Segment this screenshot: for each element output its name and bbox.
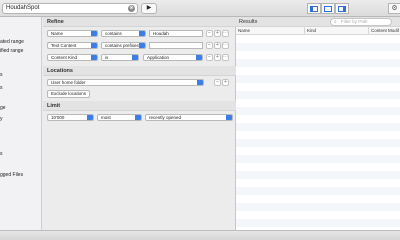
search-icon: ⌕: [334, 19, 337, 25]
limit-sort-popup[interactable]: recently opened: [145, 114, 233, 121]
criterion-attribute-label: Name: [51, 31, 64, 36]
run-search-button[interactable]: ▶: [141, 3, 157, 14]
popup-arrow-icon: [197, 80, 203, 85]
column-header-name[interactable]: Name: [236, 27, 304, 35]
limit-order-popup[interactable]: most: [97, 114, 142, 121]
criterion-operator-popup[interactable]: is: [101, 54, 139, 61]
refine-panel: Refine Name contains Houdah − + ⋯ Text C…: [43, 17, 236, 230]
locations-section-title: Locations: [43, 66, 236, 76]
play-icon: ▶: [146, 5, 152, 11]
table-row: [236, 75, 400, 83]
add-criterion-button[interactable]: +: [214, 54, 221, 61]
column-header-kind[interactable]: Kind: [304, 27, 368, 35]
criterion-operator-label: contains prefixes: [105, 43, 139, 48]
status-bar: [0, 230, 400, 240]
nested-criterion-button[interactable]: ⋯: [222, 54, 229, 61]
criterion-value-field[interactable]: Houdah: [149, 30, 203, 37]
sidebar-item[interactable]: ge: [0, 105, 6, 111]
toggle-preview-button[interactable]: [335, 3, 349, 14]
toggle-refine-button[interactable]: [321, 3, 335, 14]
criterion-attribute-label: Text Content: [51, 43, 77, 48]
popup-arrow-icon: [226, 115, 232, 120]
remove-criterion-button[interactable]: −: [206, 30, 213, 37]
sidebar: ated range ified range s s ge y s gged F…: [0, 17, 42, 230]
location-popup[interactable]: User home folder: [47, 79, 204, 86]
table-row: [236, 43, 400, 51]
popup-arrow-icon: [132, 55, 138, 60]
add-criterion-button[interactable]: +: [214, 42, 221, 49]
sidebar-item[interactable]: ated range: [0, 39, 24, 45]
clear-search-icon[interactable]: ⊗: [128, 5, 135, 12]
popup-arrow-icon: [139, 43, 145, 48]
column-header-content-modified[interactable]: Content Modif: [368, 27, 400, 35]
limit-sort-label: recently opened: [149, 115, 182, 120]
criterion-attribute-popup[interactable]: Text Content: [47, 42, 98, 49]
sidebar-icon: [310, 5, 318, 12]
criterion-value-popup[interactable]: Application: [143, 54, 203, 61]
popup-arrow-icon: [87, 115, 93, 120]
criterion-value-label: Application: [147, 55, 170, 60]
criterion-value-field[interactable]: [149, 42, 203, 49]
criterion-operator-popup[interactable]: contains: [101, 30, 146, 37]
popup-arrow-icon: [196, 55, 202, 60]
sidebar-item[interactable]: y: [0, 116, 3, 122]
results-header: Results ⌕ Filter by Path: [236, 17, 400, 27]
sidebar-item[interactable]: s: [0, 85, 3, 91]
criterion-operator-label: contains: [105, 31, 122, 36]
remove-criterion-button[interactable]: −: [206, 42, 213, 49]
table-row: [236, 187, 400, 195]
sidebar-item[interactable]: s: [0, 72, 3, 78]
exclude-locations-button[interactable]: Exclude locations: [47, 90, 91, 98]
filter-placeholder: Filter by Path: [341, 19, 368, 24]
refine-panel-icon: [324, 5, 332, 12]
toolbar: HoudahSpot ⊗ ▶ ⚙: [0, 0, 400, 17]
criterion-attribute-popup[interactable]: Name: [47, 30, 98, 37]
popup-arrow-icon: [135, 115, 141, 120]
preview-panel-icon: [338, 5, 346, 12]
table-row: [236, 203, 400, 211]
results-title: Results: [239, 19, 258, 25]
gear-icon: ⚙: [391, 5, 398, 12]
popup-arrow-icon: [91, 43, 97, 48]
criterion-operator-popup[interactable]: contains prefixes: [101, 42, 146, 49]
sidebar-item[interactable]: s: [0, 151, 3, 157]
popup-arrow-icon: [91, 31, 97, 36]
filter-by-path-input[interactable]: ⌕ Filter by Path: [330, 18, 392, 26]
toggle-sidebar-button[interactable]: [307, 3, 321, 14]
table-row: [236, 171, 400, 179]
add-criterion-button[interactable]: +: [214, 30, 221, 37]
limit-order-label: most: [101, 115, 111, 120]
sidebar-item[interactable]: ified range: [0, 48, 23, 54]
popup-arrow-icon: [139, 31, 145, 36]
criterion-attribute-label: Content Kind: [51, 55, 78, 60]
search-input[interactable]: HoudahSpot ⊗: [2, 3, 138, 14]
search-value: HoudahSpot: [6, 5, 40, 11]
table-row: [236, 123, 400, 131]
remove-location-button[interactable]: −: [214, 79, 221, 86]
refine-section-title: Refine: [43, 17, 236, 27]
criterion-attribute-popup[interactable]: Content Kind: [47, 54, 98, 61]
nested-criterion-button[interactable]: ⋯: [222, 42, 229, 49]
remove-criterion-button[interactable]: −: [206, 54, 213, 61]
location-label: User home folder: [51, 80, 86, 85]
action-menu-button[interactable]: ⚙: [388, 3, 400, 14]
sidebar-item[interactable]: gged Files: [0, 172, 23, 178]
limit-section-title: Limit: [43, 101, 236, 111]
limit-count-popup[interactable]: 10'000: [47, 114, 94, 121]
popup-arrow-icon: [91, 55, 97, 60]
table-row: [236, 139, 400, 147]
table-row: [236, 107, 400, 115]
criterion-operator-label: is: [105, 55, 109, 60]
table-row: [236, 91, 400, 99]
table-row: [236, 155, 400, 163]
add-location-button[interactable]: +: [222, 79, 229, 86]
nested-criterion-button[interactable]: ⋯: [222, 30, 229, 37]
results-panel: Results ⌕ Filter by Path Name Kind Conte…: [236, 17, 400, 230]
limit-count-label: 10'000: [51, 115, 65, 120]
table-row: [236, 59, 400, 67]
table-row: [236, 219, 400, 227]
